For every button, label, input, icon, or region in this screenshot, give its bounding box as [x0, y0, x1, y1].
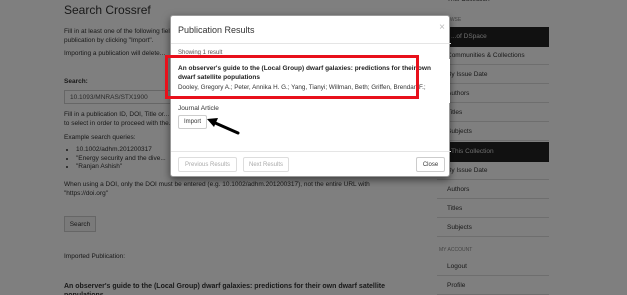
close-icon[interactable]: ×	[439, 22, 445, 33]
highlight-box	[165, 55, 419, 99]
result-type: Journal Article	[178, 105, 219, 112]
arrow-icon	[207, 118, 240, 135]
import-button[interactable]: Import	[178, 115, 207, 129]
dialog-header: Publication Results ×	[171, 16, 451, 44]
next-results-button[interactable]: Next Results	[243, 157, 289, 172]
close-button[interactable]: Close	[416, 157, 445, 172]
previous-results-button[interactable]: Previous Results	[178, 157, 237, 172]
dialog-footer: Previous Results Next Results Close	[171, 151, 451, 178]
dialog-title: Publication Results	[178, 25, 255, 35]
